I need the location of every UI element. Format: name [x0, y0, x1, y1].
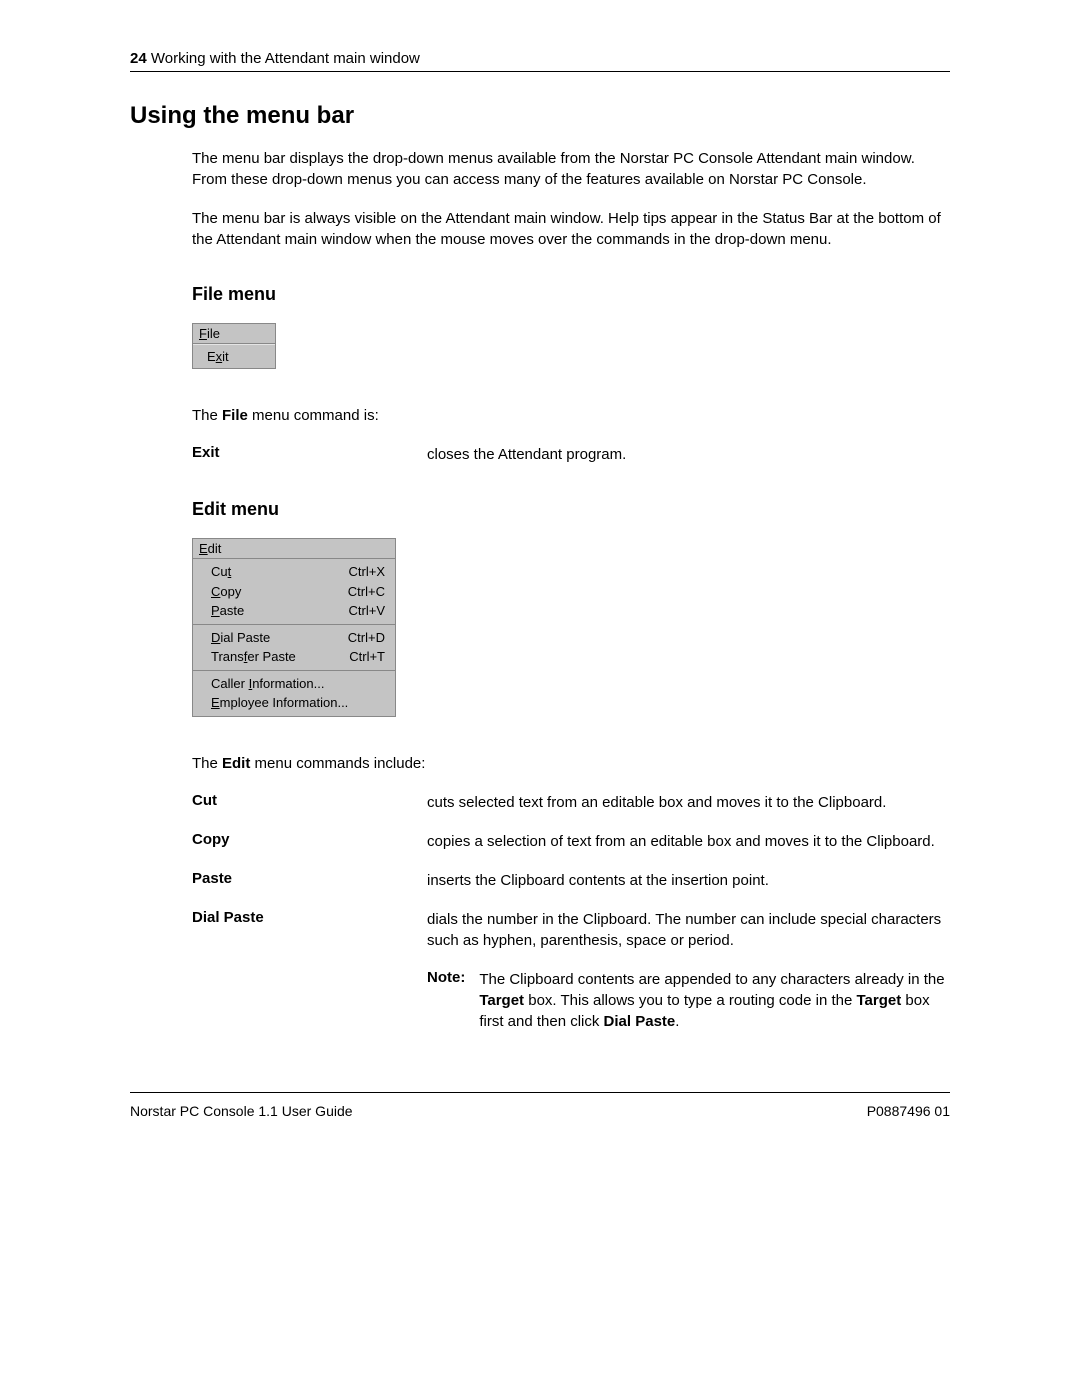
- edit-menu-item: CopyCtrl+C: [193, 582, 395, 602]
- edit-menu-item: PasteCtrl+V: [193, 601, 395, 621]
- edit-menu-item: Dial PasteCtrl+D: [193, 628, 395, 648]
- footer-right: P0887496 01: [867, 1103, 950, 1119]
- cmd-row: Copycopies a selection of text from an e…: [192, 831, 950, 852]
- edit-menu-item: CutCtrl+X: [193, 562, 395, 582]
- edit-menu-item: Caller Information...: [193, 674, 395, 694]
- intro-paragraph-1: The menu bar displays the drop-down menu…: [192, 148, 950, 190]
- edit-menu-screenshot: Edit CutCtrl+XCopyCtrl+CPasteCtrl+V Dial…: [192, 538, 396, 717]
- page-footer: Norstar PC Console 1.1 User Guide P08874…: [130, 1092, 950, 1119]
- note-label: Note:: [427, 969, 479, 1032]
- cmd-label: Dial Paste: [192, 909, 427, 951]
- cmd-label: Cut: [192, 792, 427, 813]
- section-title: Using the menu bar: [130, 102, 950, 130]
- cmd-desc: inserts the Clipboard contents at the in…: [427, 870, 950, 891]
- edit-menu-intro: The Edit menu commands include:: [192, 753, 950, 774]
- file-menu-exit: Exit: [193, 344, 275, 368]
- note-body: The Clipboard contents are appended to a…: [479, 969, 950, 1032]
- intro-paragraph-2: The menu bar is always visible on the At…: [192, 208, 950, 250]
- footer-left: Norstar PC Console 1.1 User Guide: [130, 1103, 353, 1119]
- edit-menu-heading: Edit menu: [192, 499, 950, 520]
- cmd-desc: cuts selected text from an editable box …: [427, 792, 950, 813]
- cmd-row: Dial Pastedials the number in the Clipbo…: [192, 909, 950, 951]
- edit-menu-title: Edit: [193, 539, 395, 558]
- cmd-row: Cutcuts selected text from an editable b…: [192, 792, 950, 813]
- cmd-desc: copies a selection of text from an edita…: [427, 831, 950, 852]
- file-exit-desc: closes the Attendant program.: [427, 444, 950, 465]
- edit-menu-item: Employee Information...: [193, 693, 395, 713]
- file-menu-screenshot: File Exit: [192, 323, 276, 369]
- chapter-title: Working with the Attendant main window: [151, 50, 420, 67]
- file-exit-cmd: Exit closes the Attendant program.: [192, 444, 950, 465]
- dial-paste-note: Note: The Clipboard contents are appende…: [427, 969, 950, 1032]
- file-menu-title: File: [193, 324, 275, 344]
- file-menu-intro: The File menu command is:: [192, 405, 950, 426]
- file-exit-label: Exit: [192, 444, 427, 465]
- file-menu-heading: File menu: [192, 284, 950, 305]
- cmd-label: Paste: [192, 870, 427, 891]
- cmd-label: Copy: [192, 831, 427, 852]
- page-number: 24: [130, 50, 147, 67]
- cmd-desc: dials the number in the Clipboard. The n…: [427, 909, 950, 951]
- cmd-row: Pasteinserts the Clipboard contents at t…: [192, 870, 950, 891]
- edit-menu-item: Transfer PasteCtrl+T: [193, 647, 395, 667]
- page-header: 24 Working with the Attendant main windo…: [130, 50, 950, 72]
